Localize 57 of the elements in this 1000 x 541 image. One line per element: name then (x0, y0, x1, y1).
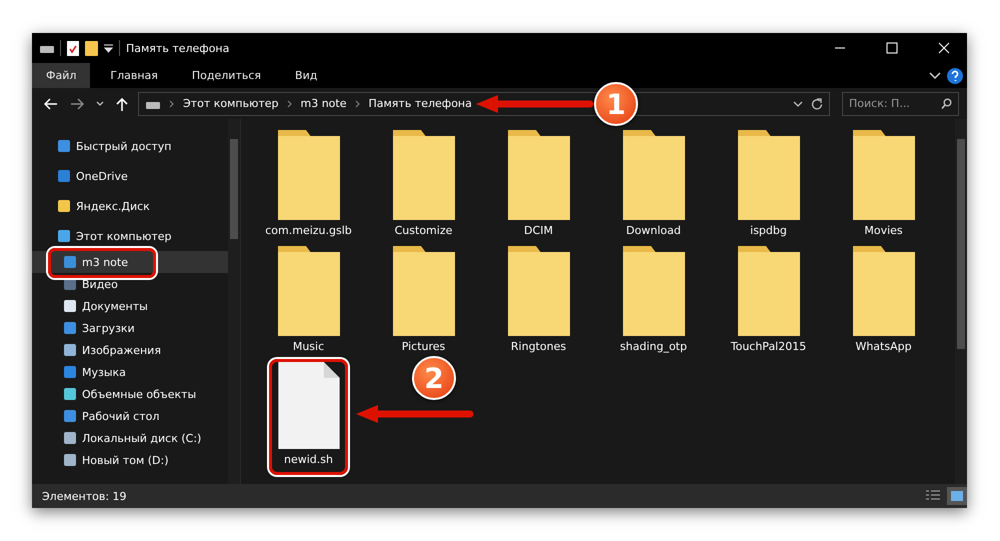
chevron-down-icon[interactable] (929, 72, 941, 80)
sidebar-item[interactable]: Видео (32, 273, 228, 295)
breadcrumb[interactable]: Память телефона (368, 97, 472, 110)
file-item[interactable]: TouchPal2015 (711, 243, 826, 359)
large-icons-view-icon[interactable] (947, 487, 967, 505)
file-item[interactable]: com.meizu.gslb (251, 127, 366, 243)
up-arrow-icon[interactable] (116, 96, 128, 110)
checklist-icon[interactable] (67, 40, 79, 56)
file-item[interactable]: DCIM (481, 127, 596, 243)
breadcrumb[interactable]: Этот компьютер (183, 97, 278, 110)
scrollbar[interactable] (228, 119, 240, 484)
window-title: Память телефона (126, 42, 230, 54)
chevron-down-icon[interactable] (793, 100, 803, 106)
chevron-right-icon (169, 100, 175, 108)
breadcrumb[interactable]: m3 note (300, 97, 346, 110)
item-count: Элементов: 19 (42, 490, 127, 502)
file-item[interactable]: ispdbg (711, 127, 826, 243)
file-item[interactable]: shading_otp (596, 243, 711, 359)
sidebar-item[interactable]: Загрузки (32, 317, 228, 339)
back-arrow-icon[interactable] (44, 98, 58, 110)
file-item[interactable]: Ringtones (481, 243, 596, 359)
search-field[interactable]: Поиск: П... (842, 92, 959, 116)
chevron-right-icon (286, 100, 292, 108)
folder-icon[interactable] (85, 40, 98, 56)
ribbon-tab[interactable]: Файл (32, 63, 90, 88)
ribbon-tab[interactable]: Поделиться (178, 63, 276, 88)
sidebar-item[interactable]: Новый том (D:) (32, 449, 228, 471)
refresh-icon[interactable] (811, 98, 823, 110)
sidebar-item[interactable]: Локальный диск (C:) (32, 427, 228, 449)
drive-icon[interactable] (40, 43, 54, 53)
ribbon-tab[interactable]: Главная (96, 63, 172, 88)
help-icon[interactable] (947, 68, 963, 84)
scrollbar[interactable] (955, 119, 967, 484)
sidebar-item[interactable]: Изображения (32, 339, 228, 361)
sidebar-item[interactable]: OneDrive (32, 161, 228, 191)
sidebar-item[interactable]: Быстрый доступ (32, 131, 228, 161)
dropdown-icon[interactable] (104, 44, 113, 52)
chevron-down-icon[interactable] (96, 100, 104, 106)
sidebar-item[interactable]: Документы (32, 295, 228, 317)
sidebar-item[interactable]: m3 note (32, 251, 228, 273)
search-icon (941, 98, 952, 108)
sidebar-item[interactable]: Яндекс.Диск (32, 191, 228, 221)
sidebar-item[interactable]: Рабочий стол (32, 405, 228, 427)
sidebar-item[interactable]: Объемные объекты (32, 383, 228, 405)
sidebar-item[interactable]: Этот компьютер (32, 221, 228, 251)
ribbon-tab[interactable]: Вид (281, 63, 332, 88)
file-item[interactable]: Music (251, 243, 366, 359)
file-item[interactable]: Pictures (366, 243, 481, 359)
file-item[interactable]: newid.sh (269, 359, 348, 475)
file-item[interactable]: Movies (826, 127, 941, 243)
sidebar-item[interactable]: Музыка (32, 361, 228, 383)
chevron-right-icon (354, 100, 360, 108)
file-item[interactable]: Customize (366, 127, 481, 243)
document-icon (278, 362, 340, 449)
file-item[interactable]: Download (596, 127, 711, 243)
forward-arrow-icon[interactable] (70, 98, 84, 110)
file-item[interactable]: WhatsApp (826, 243, 941, 359)
